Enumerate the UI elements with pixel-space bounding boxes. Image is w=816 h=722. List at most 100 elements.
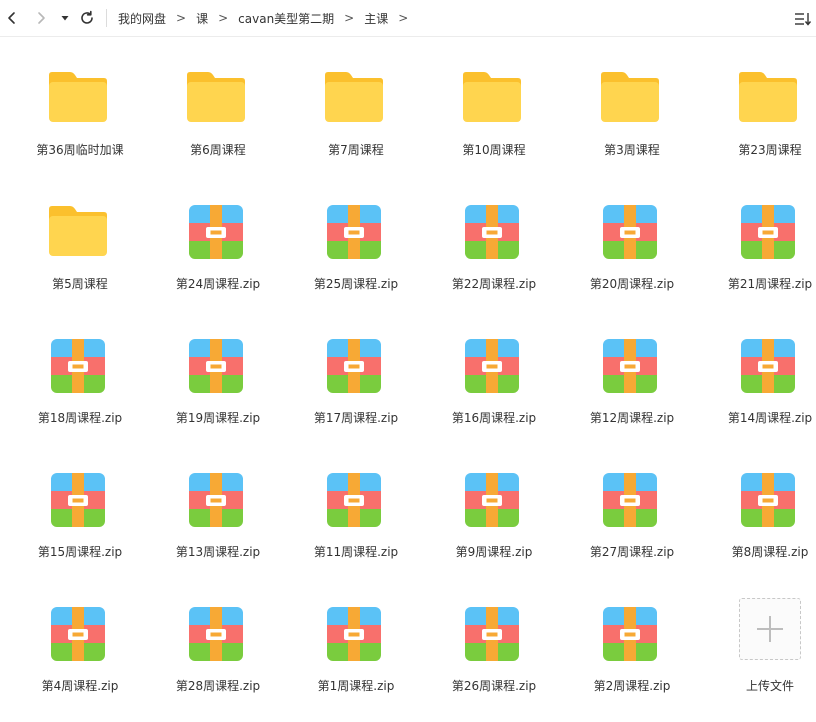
upload-file-item[interactable]: 上传文件 [701, 588, 816, 722]
zip-file-item[interactable]: 第1周课程.zip [287, 588, 425, 722]
breadcrumb-separator: > [344, 11, 355, 25]
zip-archive-icon [51, 339, 105, 393]
file-name-label: 第9周课程.zip [455, 545, 533, 559]
zip-file-item[interactable]: 第8周课程.zip [701, 454, 816, 588]
zip-archive-icon [741, 339, 795, 393]
zip-archive-icon [465, 607, 519, 661]
history-dropdown-button[interactable] [55, 7, 75, 29]
breadcrumb-separator: > [218, 11, 229, 25]
zip-file-item[interactable]: 第15周课程.zip [11, 454, 149, 588]
file-name-label: 第14周课程.zip [727, 411, 813, 425]
refresh-button[interactable] [76, 7, 98, 29]
zip-file-item[interactable]: 第17周课程.zip [287, 320, 425, 454]
zip-icon-wrap [598, 602, 662, 666]
file-name-label: 第4周课程.zip [41, 679, 119, 693]
file-name-label: 第28周课程.zip [175, 679, 261, 693]
zip-icon-wrap [598, 334, 662, 398]
folder-item[interactable]: 第6周课程 [149, 52, 287, 186]
zip-archive-icon [327, 205, 381, 259]
zip-file-item[interactable]: 第9周课程.zip [425, 454, 563, 588]
file-name-label: 第16周课程.zip [451, 411, 537, 425]
zip-file-item[interactable]: 第12周课程.zip [563, 320, 701, 454]
file-name-label: 第22周课程.zip [451, 277, 537, 291]
zip-file-item[interactable]: 第25周课程.zip [287, 186, 425, 320]
zip-icon-wrap [598, 468, 662, 532]
zip-file-item[interactable]: 第18周课程.zip [11, 320, 149, 454]
file-name-label: 第8周课程.zip [731, 545, 809, 559]
file-name-label: 第25周课程.zip [313, 277, 399, 291]
plus-icon [757, 616, 783, 642]
zip-icon-wrap [736, 468, 800, 532]
zip-icon-wrap [460, 334, 524, 398]
file-name-label: 第27周课程.zip [589, 545, 675, 559]
zip-archive-icon [603, 205, 657, 259]
breadcrumb-item-course[interactable]: 课 [196, 10, 208, 27]
folder-item[interactable]: 第10周课程 [425, 52, 563, 186]
zip-archive-icon [741, 205, 795, 259]
folder-item[interactable]: 第3周课程 [563, 52, 701, 186]
sort-button[interactable] [792, 8, 814, 30]
folder-icon-wrap [322, 66, 386, 130]
zip-file-item[interactable]: 第4周课程.zip [11, 588, 149, 722]
file-name-label: 第21周课程.zip [727, 277, 813, 291]
zip-icon-wrap [460, 200, 524, 264]
zip-archive-icon [603, 473, 657, 527]
zip-file-item[interactable]: 第19周课程.zip [149, 320, 287, 454]
zip-icon-wrap [184, 468, 248, 532]
zip-archive-icon [327, 607, 381, 661]
zip-archive-icon [51, 607, 105, 661]
folder-icon [187, 72, 245, 122]
zip-file-item[interactable]: 第22周课程.zip [425, 186, 563, 320]
file-name-label: 第2周课程.zip [593, 679, 671, 693]
zip-archive-icon [189, 473, 243, 527]
zip-icon-wrap [736, 334, 800, 398]
zip-file-item[interactable]: 第13周课程.zip [149, 454, 287, 588]
toolbar-divider [106, 9, 107, 27]
breadcrumb-item-main-course[interactable]: 主课 [364, 10, 388, 27]
zip-file-item[interactable]: 第24周课程.zip [149, 186, 287, 320]
zip-icon-wrap [322, 200, 386, 264]
zip-icon-wrap [460, 468, 524, 532]
zip-file-item[interactable]: 第26周课程.zip [425, 588, 563, 722]
zip-file-item[interactable]: 第27周课程.zip [563, 454, 701, 588]
upload-box[interactable] [739, 598, 801, 660]
zip-file-item[interactable]: 第28周课程.zip [149, 588, 287, 722]
file-name-label: 第26周课程.zip [451, 679, 537, 693]
zip-file-item[interactable]: 第14周课程.zip [701, 320, 816, 454]
zip-file-item[interactable]: 第11周课程.zip [287, 454, 425, 588]
file-name-label: 第7周课程 [328, 143, 384, 157]
zip-archive-icon [603, 339, 657, 393]
file-name-label: 第18周课程.zip [37, 411, 123, 425]
zip-file-item[interactable]: 第2周课程.zip [563, 588, 701, 722]
folder-item[interactable]: 第23周课程 [701, 52, 816, 186]
zip-archive-icon [327, 339, 381, 393]
breadcrumb-separator: > [398, 11, 409, 25]
zip-icon-wrap [322, 334, 386, 398]
folder-item[interactable]: 第36周临时加课 [11, 52, 149, 186]
zip-file-item[interactable]: 第21周课程.zip [701, 186, 816, 320]
zip-file-item[interactable]: 第16周课程.zip [425, 320, 563, 454]
zip-archive-icon [189, 339, 243, 393]
zip-file-item[interactable]: 第20周课程.zip [563, 186, 701, 320]
forward-button[interactable] [30, 7, 52, 29]
folder-icon [325, 72, 383, 122]
back-button[interactable] [1, 7, 23, 29]
zip-icon-wrap [46, 468, 110, 532]
breadcrumb-item-my-drive[interactable]: 我的网盘 [118, 10, 166, 27]
folder-icon [463, 72, 521, 122]
folder-icon [739, 72, 797, 122]
zip-archive-icon [741, 473, 795, 527]
file-name-label: 第15周课程.zip [37, 545, 123, 559]
file-name-label: 第1周课程.zip [317, 679, 395, 693]
zip-archive-icon [465, 205, 519, 259]
folder-item[interactable]: 第5周课程 [11, 186, 149, 320]
breadcrumb-item-cavan[interactable]: cavan美型第二期 [238, 10, 334, 27]
folder-icon-wrap [184, 66, 248, 130]
folder-icon [49, 72, 107, 122]
zip-archive-icon [603, 607, 657, 661]
zip-icon-wrap [322, 602, 386, 666]
folder-item[interactable]: 第7周课程 [287, 52, 425, 186]
folder-icon-wrap [736, 66, 800, 130]
file-name-label: 第23周课程 [738, 143, 802, 157]
chevron-left-icon [8, 12, 15, 24]
